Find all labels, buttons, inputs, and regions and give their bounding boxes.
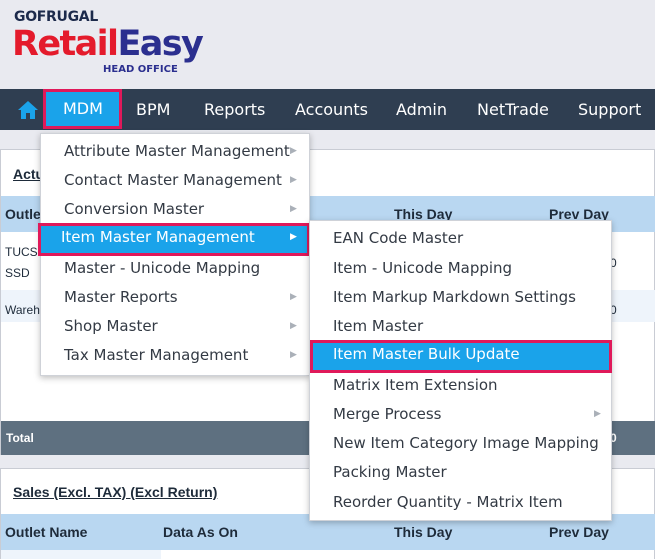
- menu-item-new-item-category-image-mapping[interactable]: New Item Category Image Mapping: [310, 429, 611, 458]
- menu-item-item-master-management[interactable]: Item Master Management ▶: [38, 223, 310, 256]
- menu-item-label: Master - Unicode Mapping: [64, 259, 261, 277]
- menu-item-label: Item Master Management: [61, 228, 255, 246]
- logo-brand-top: GOFRUGAL: [14, 9, 98, 25]
- menu-item-label: Item Markup Markdown Settings: [333, 288, 576, 306]
- panel-title: Sales (Excl. TAX) (Excl Return): [13, 484, 218, 500]
- outlet-name: Wareh: [5, 303, 40, 317]
- logo-retail: Retail: [12, 24, 119, 64]
- menu-item-item-markup-markdown-settings[interactable]: Item Markup Markdown Settings: [310, 283, 611, 312]
- menu-item-label: Merge Process: [333, 405, 442, 423]
- menu-item-matrix-item-extension[interactable]: Matrix Item Extension: [310, 371, 611, 400]
- menu-item-tax-master-management[interactable]: Tax Master Management ▶: [41, 341, 309, 370]
- logo-wordmark: RetailEasy: [12, 24, 204, 64]
- nav-item-bpm[interactable]: BPM: [136, 89, 170, 130]
- menu-item-merge-process[interactable]: Merge Process ▶: [310, 400, 611, 429]
- nav-home-button[interactable]: [8, 89, 48, 130]
- menu-item-label: Shop Master: [64, 317, 158, 335]
- col-outlet: Outle: [5, 206, 41, 222]
- total-label: Total: [6, 431, 34, 445]
- app-header: GOFRUGAL RetailEasy HEAD OFFICE: [0, 0, 655, 89]
- menu-item-label: Master Reports: [64, 288, 178, 306]
- menu-item-attribute-master-management[interactable]: Attribute Master Management ▶: [41, 137, 309, 166]
- menu-item-label: Attribute Master Management: [64, 142, 290, 160]
- nav-item-nettrade[interactable]: NetTrade: [477, 89, 549, 130]
- menu-item-label: Item Master: [333, 317, 424, 335]
- menu-item-label: New Item Category Image Mapping: [333, 434, 599, 452]
- menu-item-reorder-quantity-matrix-item[interactable]: Reorder Quantity - Matrix Item: [310, 488, 611, 517]
- chevron-right-icon: ▶: [290, 175, 297, 185]
- chevron-right-icon: ▶: [290, 146, 297, 156]
- nav-item-mdm[interactable]: MDM: [43, 89, 122, 129]
- item-master-submenu: EAN Code Master Item - Unicode Mapping I…: [309, 220, 612, 521]
- nav-item-reports[interactable]: Reports: [204, 89, 265, 130]
- menu-item-label: Conversion Master: [64, 200, 205, 218]
- menu-item-shop-master[interactable]: Shop Master ▶: [41, 312, 309, 341]
- chevron-right-icon: ▶: [290, 321, 297, 331]
- nav-item-admin[interactable]: Admin: [396, 89, 447, 130]
- menu-item-label: Contact Master Management: [64, 171, 282, 189]
- logo-easy: Easy: [117, 24, 203, 64]
- menu-item-label: Packing Master: [333, 463, 447, 481]
- outlet-name: TUCS: [5, 245, 38, 259]
- table-row: [1, 550, 161, 559]
- menu-item-label: Tax Master Management: [64, 346, 249, 364]
- menu-item-label: EAN Code Master: [333, 229, 464, 247]
- menu-item-item-master-bulk-update[interactable]: Item Master Bulk Update: [310, 340, 612, 373]
- menu-item-contact-master-management[interactable]: Contact Master Management ▶: [41, 166, 309, 195]
- logo-subtitle: HEAD OFFICE: [103, 64, 178, 75]
- menu-item-label: Item - Unicode Mapping: [333, 259, 513, 277]
- chevron-right-icon: ▶: [290, 232, 297, 242]
- menu-item-label: Item Master Bulk Update: [333, 345, 520, 363]
- menu-item-ean-code-master[interactable]: EAN Code Master: [310, 224, 611, 253]
- home-icon: [18, 100, 38, 119]
- menu-item-master-reports[interactable]: Master Reports ▶: [41, 283, 309, 312]
- menu-item-label: Reorder Quantity - Matrix Item: [333, 493, 563, 511]
- chevron-right-icon: ▶: [290, 204, 297, 214]
- menu-item-master-unicode-mapping[interactable]: Master - Unicode Mapping: [41, 254, 309, 283]
- main-nav: MDM BPM Reports Accounts Admin NetTrade …: [0, 89, 655, 130]
- nav-item-accounts[interactable]: Accounts: [295, 89, 368, 130]
- menu-item-item-master[interactable]: Item Master: [310, 312, 611, 341]
- menu-item-packing-master[interactable]: Packing Master: [310, 458, 611, 487]
- chevron-right-icon: ▶: [594, 409, 601, 419]
- menu-item-item-unicode-mapping[interactable]: Item - Unicode Mapping: [310, 254, 611, 283]
- col-data-as-on: Data As On: [163, 524, 238, 540]
- outlet-name-line2: SSD: [5, 266, 30, 280]
- menu-item-conversion-master[interactable]: Conversion Master ▶: [41, 195, 309, 224]
- menu-item-label: Matrix Item Extension: [333, 376, 498, 394]
- chevron-right-icon: ▶: [290, 292, 297, 302]
- mdm-dropdown-menu: Attribute Master Management ▶ Contact Ma…: [38, 133, 310, 376]
- nav-item-support[interactable]: Support: [578, 89, 641, 130]
- chevron-right-icon: ▶: [290, 350, 297, 360]
- col-outlet-name: Outlet Name: [5, 524, 88, 540]
